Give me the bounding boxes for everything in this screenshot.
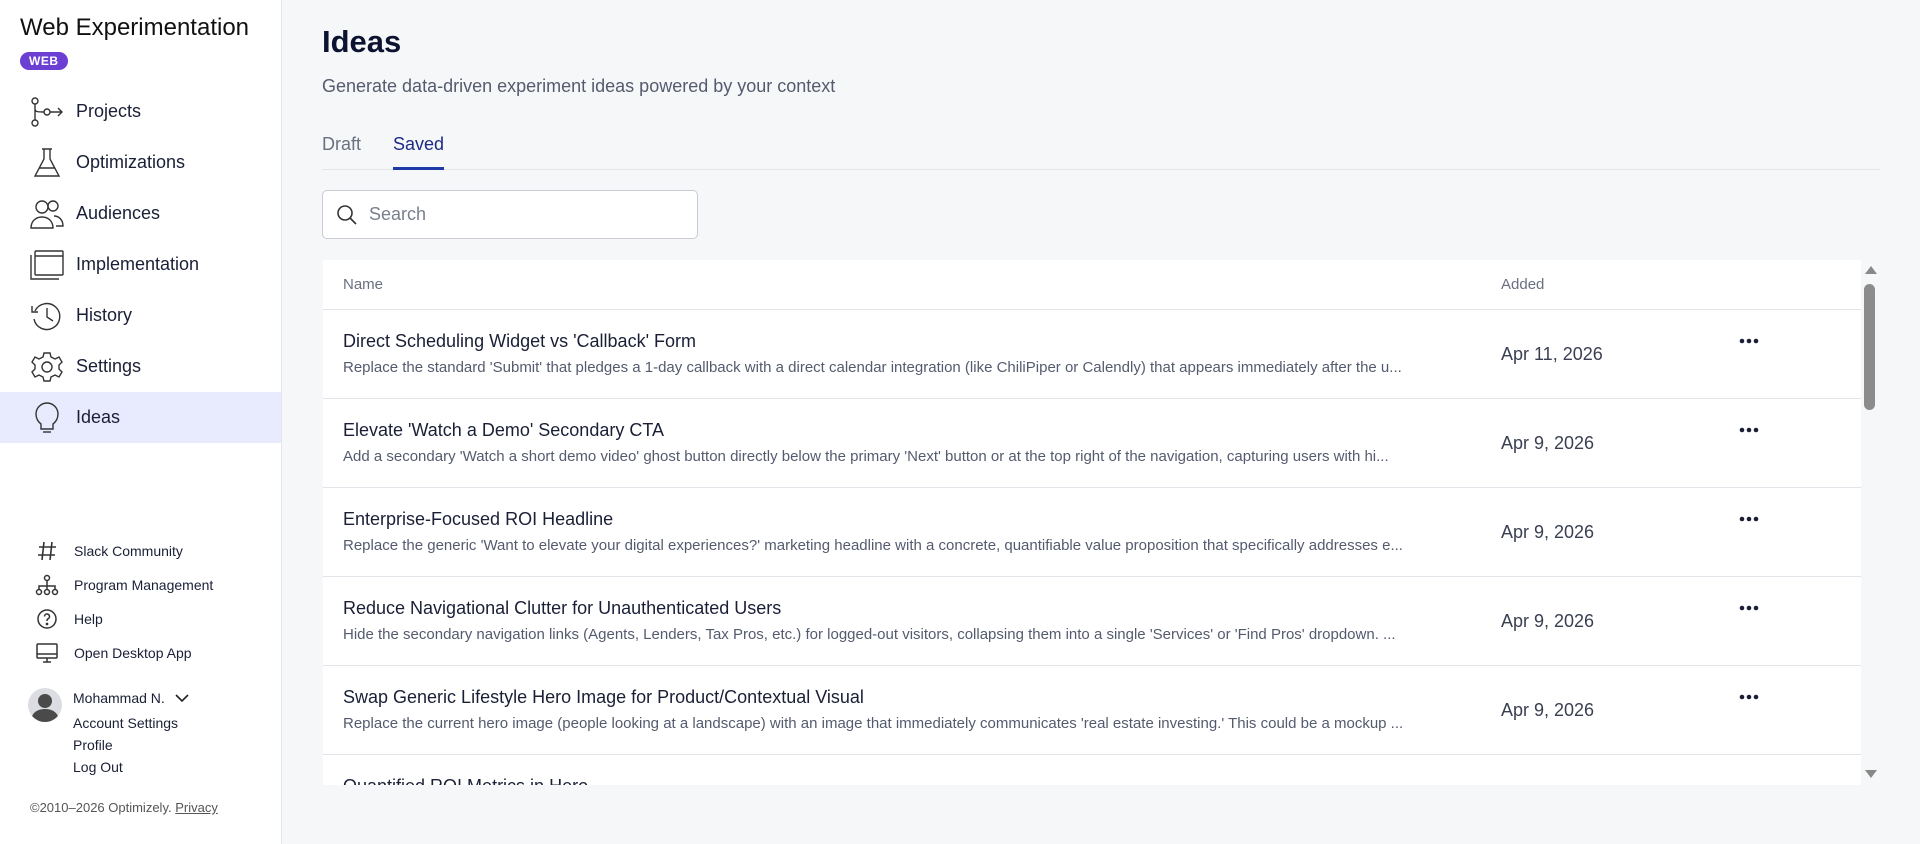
- idea-title[interactable]: Elevate 'Watch a Demo' Secondary CTA: [343, 420, 664, 441]
- org-chart-icon: [34, 572, 60, 598]
- idea-description: Replace the current hero image (people l…: [343, 715, 1404, 732]
- slack-community-link[interactable]: Slack Community: [0, 534, 281, 568]
- idea-added-date: Apr 9, 2026: [1501, 433, 1595, 453]
- more-icon: [1739, 516, 1759, 522]
- more-actions-button[interactable]: [1735, 421, 1763, 439]
- table-header: Name Added: [323, 260, 1861, 310]
- sidebar-item-optimizations[interactable]: Optimizations: [0, 137, 281, 188]
- column-header-added[interactable]: Added: [1501, 276, 1544, 293]
- more-icon: [1739, 427, 1759, 433]
- more-icon: [1739, 605, 1759, 611]
- idea-added-date: Apr 9, 2026: [1501, 522, 1595, 542]
- history-icon: [28, 299, 66, 333]
- idea-description: Replace the standard 'Submit' that pledg…: [343, 359, 1402, 376]
- open-desktop-app-link[interactable]: Open Desktop App: [0, 636, 281, 670]
- footer: ©2010–2026 Optimizely. Privacy: [30, 800, 218, 815]
- window-icon: [28, 248, 66, 282]
- flask-icon: [28, 146, 66, 180]
- avatar[interactable]: [28, 688, 62, 722]
- sidebar-nav: Projects Optimizations Audiences Impleme…: [0, 86, 281, 443]
- idea-description: Add a secondary 'Watch a short demo vide…: [343, 448, 1389, 465]
- more-icon: [1739, 338, 1759, 344]
- idea-title[interactable]: Quantified ROI Metrics in Hero: [343, 776, 588, 785]
- help-link[interactable]: Help: [0, 602, 281, 636]
- sidebar: Web Experimentation WEB Projects Optimiz…: [0, 0, 282, 844]
- tabs: Draft Saved: [322, 130, 1880, 170]
- table-row[interactable]: Quantified ROI Metrics in Hero: [323, 755, 1861, 785]
- sidebar-item-label: Optimizations: [76, 152, 186, 172]
- table-row[interactable]: Enterprise-Focused ROI Headline Replace …: [323, 488, 1861, 577]
- idea-title[interactable]: Direct Scheduling Widget vs 'Callback' F…: [343, 331, 696, 352]
- people-icon: [28, 197, 66, 231]
- gear-icon: [28, 350, 66, 384]
- sidebar-item-label: Projects: [76, 101, 142, 121]
- idea-title[interactable]: Reduce Navigational Clutter for Unauthen…: [343, 598, 781, 619]
- user-links: Account Settings Profile Log Out: [73, 712, 178, 778]
- more-actions-button[interactable]: [1735, 332, 1763, 350]
- tab-draft[interactable]: Draft: [322, 134, 361, 167]
- search-input[interactable]: [369, 204, 669, 225]
- open-desktop-app-label: Open Desktop App: [74, 645, 192, 661]
- app-title: Web Experimentation: [20, 14, 250, 41]
- projects-icon: [28, 95, 66, 129]
- sidebar-item-label: Settings: [76, 356, 142, 376]
- ideas-table: Name Added Direct Scheduling Widget vs '…: [323, 260, 1861, 785]
- log-out-link[interactable]: Log Out: [73, 756, 178, 778]
- tab-saved[interactable]: Saved: [393, 134, 445, 170]
- user-name: Mohammad N.: [73, 690, 165, 706]
- sidebar-item-label: Implementation: [76, 254, 200, 274]
- more-actions-button[interactable]: [1735, 510, 1763, 528]
- web-badge: WEB: [20, 52, 68, 70]
- idea-title[interactable]: Swap Generic Lifestyle Hero Image for Pr…: [343, 687, 864, 708]
- lightbulb-icon: [28, 401, 66, 435]
- sidebar-item-label: Audiences: [76, 203, 161, 223]
- user-name-toggle[interactable]: Mohammad N.: [73, 690, 189, 706]
- search-icon: [337, 204, 357, 225]
- idea-added-date: Apr 9, 2026: [1501, 611, 1595, 631]
- profile-link[interactable]: Profile: [73, 734, 178, 756]
- table-row[interactable]: Elevate 'Watch a Demo' Secondary CTA Add…: [323, 399, 1861, 488]
- program-management-link[interactable]: Program Management: [0, 568, 281, 602]
- sidebar-item-label: Ideas: [76, 407, 121, 427]
- sidebar-item-projects[interactable]: Projects: [0, 86, 281, 137]
- more-actions-button[interactable]: [1735, 688, 1763, 706]
- column-header-name[interactable]: Name: [343, 276, 383, 293]
- idea-added-date: Apr 11, 2026: [1501, 344, 1603, 364]
- more-actions-button[interactable]: [1735, 599, 1763, 617]
- table-scrollbar[interactable]: [1862, 262, 1878, 784]
- sidebar-item-history[interactable]: History: [0, 290, 281, 341]
- main-content: Ideas Generate data-driven experiment id…: [282, 0, 1920, 844]
- idea-description: Hide the secondary navigation links (Age…: [343, 626, 1396, 643]
- scroll-thumb[interactable]: [1864, 284, 1875, 410]
- chevron-down-icon: [175, 690, 189, 706]
- page-title: Ideas: [322, 24, 402, 59]
- sidebar-item-audiences[interactable]: Audiences: [0, 188, 281, 239]
- program-management-label: Program Management: [74, 577, 214, 593]
- account-settings-link[interactable]: Account Settings: [73, 712, 178, 734]
- sidebar-item-label: History: [76, 305, 133, 325]
- table-row[interactable]: Swap Generic Lifestyle Hero Image for Pr…: [323, 666, 1861, 755]
- sidebar-links: Slack Community Program Management Help …: [0, 534, 281, 670]
- idea-description: Replace the generic 'Want to elevate you…: [343, 537, 1403, 554]
- copyright: ©2010–2026 Optimizely.: [30, 800, 172, 815]
- scroll-up-arrow[interactable]: [1865, 266, 1877, 274]
- search-box: [322, 190, 698, 239]
- page-subtitle: Generate data-driven experiment ideas po…: [322, 76, 836, 96]
- hash-icon: [34, 538, 60, 564]
- table-row[interactable]: Direct Scheduling Widget vs 'Callback' F…: [323, 310, 1861, 399]
- sidebar-item-ideas[interactable]: Ideas: [0, 392, 281, 443]
- privacy-link[interactable]: Privacy: [175, 800, 218, 815]
- idea-title[interactable]: Enterprise-Focused ROI Headline: [343, 509, 613, 530]
- more-icon: [1739, 694, 1759, 700]
- sidebar-item-implementation[interactable]: Implementation: [0, 239, 281, 290]
- help-icon: [34, 606, 60, 632]
- table-row[interactable]: Reduce Navigational Clutter for Unauthen…: [323, 577, 1861, 666]
- idea-added-date: Apr 9, 2026: [1501, 700, 1595, 720]
- scroll-down-arrow[interactable]: [1865, 770, 1877, 778]
- help-label: Help: [74, 611, 103, 627]
- desktop-icon: [34, 640, 60, 666]
- slack-community-label: Slack Community: [74, 543, 183, 559]
- sidebar-item-settings[interactable]: Settings: [0, 341, 281, 392]
